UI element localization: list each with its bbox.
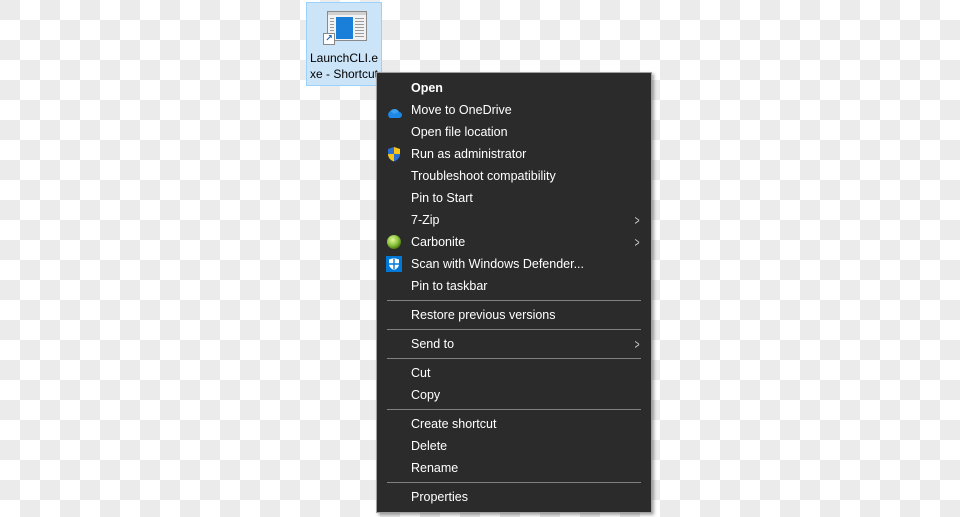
chevron-right-icon: > bbox=[634, 234, 640, 250]
menu-item-run-as-administrator[interactable]: Run as administrator bbox=[377, 143, 651, 165]
onedrive-icon bbox=[388, 109, 402, 118]
menu-item-troubleshoot-compatibility[interactable]: Troubleshoot compatibility bbox=[377, 165, 651, 187]
menu-item-copy[interactable]: Copy bbox=[377, 384, 651, 406]
menu-item-label: Scan with Windows Defender... bbox=[411, 257, 584, 271]
menu-item-label: 7-Zip bbox=[411, 213, 440, 227]
menu-item-label: Pin to taskbar bbox=[411, 279, 488, 293]
menu-item-pin-to-taskbar[interactable]: Pin to taskbar bbox=[377, 275, 651, 297]
menu-item-rename[interactable]: Rename bbox=[377, 457, 651, 479]
menu-item-label: Restore previous versions bbox=[411, 308, 556, 322]
carbonite-icon bbox=[387, 235, 401, 249]
menu-item-7-zip[interactable]: 7-Zip > bbox=[377, 209, 651, 231]
menu-item-label: Rename bbox=[411, 461, 459, 475]
menu-item-label: Run as administrator bbox=[411, 147, 527, 161]
menu-item-delete[interactable]: Delete bbox=[377, 435, 651, 457]
context-menu: Open Move to OneDrive Open file location Ru… bbox=[376, 72, 652, 513]
menu-item-move-to-onedrive[interactable]: Move to OneDrive bbox=[377, 99, 651, 121]
menu-item-label: Create shortcut bbox=[411, 417, 497, 431]
shortcut-arrow-icon: ↗ bbox=[323, 33, 335, 45]
menu-separator bbox=[387, 358, 641, 359]
menu-item-label: Copy bbox=[411, 388, 441, 402]
menu-item-scan-with-windows-defender[interactable]: Scan with Windows Defender... bbox=[377, 253, 651, 275]
menu-item-label: Carbonite bbox=[411, 235, 466, 249]
menu-item-open-file-location[interactable]: Open file location bbox=[377, 121, 651, 143]
menu-item-cut[interactable]: Cut bbox=[377, 362, 651, 384]
menu-item-label: Open bbox=[411, 81, 443, 95]
menu-separator bbox=[387, 300, 641, 301]
menu-item-create-shortcut[interactable]: Create shortcut bbox=[377, 413, 651, 435]
chevron-right-icon: > bbox=[634, 336, 640, 352]
menu-item-restore-previous-versions[interactable]: Restore previous versions bbox=[377, 304, 651, 326]
windows-defender-icon bbox=[386, 256, 402, 272]
menu-item-label: Send to bbox=[411, 337, 455, 351]
menu-item-properties[interactable]: Properties bbox=[377, 486, 651, 508]
chevron-right-icon: > bbox=[634, 212, 640, 228]
menu-item-label: Properties bbox=[411, 490, 468, 504]
menu-item-label: Pin to Start bbox=[411, 191, 473, 205]
menu-item-label: Troubleshoot compatibility bbox=[411, 169, 556, 183]
menu-item-carbonite[interactable]: Carbonite > bbox=[377, 231, 651, 253]
menu-item-open[interactable]: Open bbox=[377, 77, 651, 99]
menu-item-label: Delete bbox=[411, 439, 448, 453]
uac-shield-icon bbox=[388, 147, 400, 162]
desktop-shortcut-launchcli[interactable]: ↗ LaunchCLI.exe - Shortcut bbox=[306, 2, 382, 86]
menu-item-label: Cut bbox=[411, 366, 431, 380]
menu-item-send-to[interactable]: Send to > bbox=[377, 333, 651, 355]
menu-separator bbox=[387, 409, 641, 410]
menu-item-label: Move to OneDrive bbox=[411, 103, 512, 117]
menu-separator bbox=[387, 329, 641, 330]
menu-separator bbox=[387, 482, 641, 483]
menu-item-pin-to-start[interactable]: Pin to Start bbox=[377, 187, 651, 209]
menu-item-label: Open file location bbox=[411, 125, 508, 139]
application-window-icon: ↗ bbox=[323, 11, 367, 47]
desktop-icon-label: LaunchCLI.exe - Shortcut bbox=[309, 51, 379, 81]
